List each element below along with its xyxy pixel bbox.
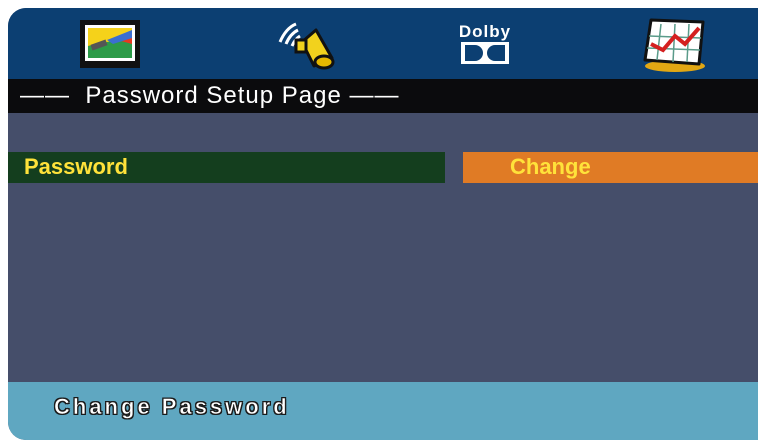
status-text: Change Password [54, 394, 290, 420]
change-button[interactable]: Change [463, 152, 758, 183]
status-bar: Change Password [8, 382, 758, 440]
change-button-label: Change [510, 154, 591, 179]
password-row[interactable]: Password [8, 152, 445, 183]
page-title: —— Password Setup Page —— [20, 82, 400, 109]
setup-toolbar: Dolby [8, 8, 758, 79]
audio-setup-tab[interactable] [268, 14, 348, 74]
preference-icon [643, 18, 705, 72]
dolby-setup-tab[interactable]: Dolby [450, 14, 520, 74]
preference-tab[interactable] [630, 14, 716, 74]
audio-setup-icon [278, 22, 335, 70]
dolby-label: Dolby [458, 22, 512, 41]
general-setup-tab[interactable] [72, 14, 148, 74]
setup-menu-window: Dolby —— Password Setup Page —— Password… [8, 8, 758, 440]
page-title-bar: —— Password Setup Page —— [8, 79, 758, 113]
general-setup-icon [80, 20, 140, 68]
password-label: Password [24, 154, 128, 179]
dolby-icon [461, 42, 509, 64]
